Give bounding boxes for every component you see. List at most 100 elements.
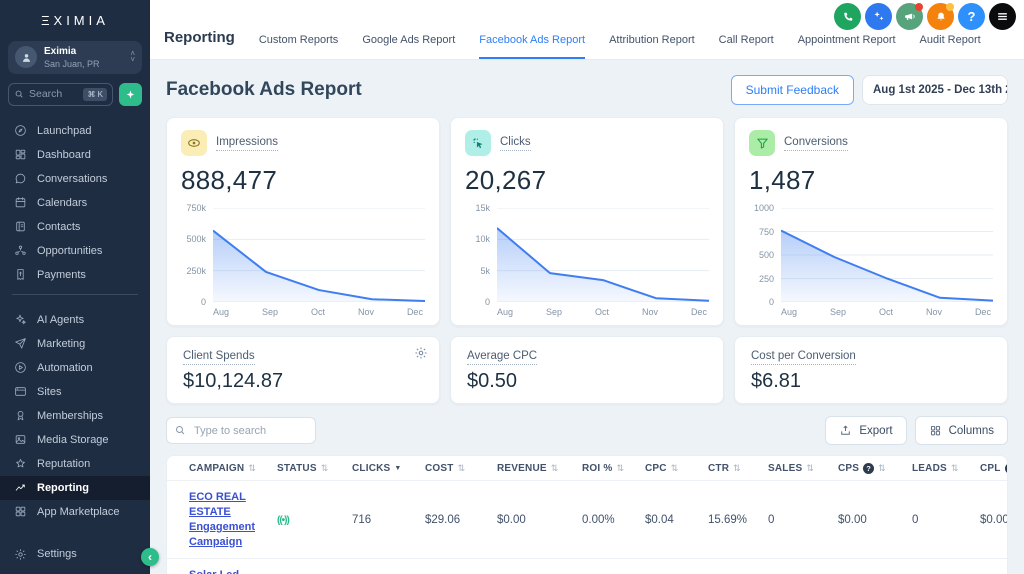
sort-desc-icon: ▼	[394, 464, 402, 472]
sidebar-item-marketing[interactable]: Marketing	[0, 332, 150, 356]
summary-value: $0.50	[467, 370, 518, 392]
metric-value: 20,267	[465, 165, 547, 195]
metric-label[interactable]: Conversions	[784, 136, 848, 151]
x-axis-ticks: Aug Sep Oct Nov Dec	[497, 307, 707, 317]
cell-leads: 0	[912, 513, 919, 526]
column-header-revenue[interactable]: REVENUE ⇅	[497, 463, 582, 474]
grid-icon	[14, 148, 27, 161]
date-range-picker[interactable]: Aug 1st 2025 - Dec 13th 202	[862, 75, 1008, 105]
submit-feedback-button[interactable]: Submit Feedback	[730, 75, 854, 105]
campaign-link[interactable]: Solar Led Leads	[189, 569, 239, 574]
cell-cps: $0.00	[838, 513, 867, 526]
x-axis-ticks: Aug Sep Oct Nov Dec	[213, 307, 423, 317]
chat-icon	[14, 172, 27, 185]
columns-button[interactable]: Columns	[914, 416, 1008, 445]
sort-icon: ⇅	[670, 462, 679, 473]
column-header-cps[interactable]: CPS? ⇅	[838, 462, 912, 474]
column-header-sales[interactable]: SALES ⇅	[768, 463, 838, 474]
sidebar-item-contacts[interactable]: Contacts	[0, 215, 150, 239]
sidebar-collapse-button[interactable]: ‹	[141, 548, 159, 566]
info-icon[interactable]: ?	[863, 462, 875, 474]
topbar-title: Reporting	[164, 29, 235, 46]
table-row: ECO REAL ESTATE Engagement Campaign 716 $2…	[167, 481, 1007, 560]
send-icon	[14, 337, 27, 350]
page-title: Facebook Ads Report	[166, 79, 362, 100]
sidebar-search-input[interactable]	[29, 88, 77, 100]
sort-icon: ⇅	[616, 462, 625, 473]
sidebar-item-label: Calendars	[37, 196, 88, 209]
account-switcher[interactable]: Eximia San Juan, PR ˄ ˅	[8, 41, 142, 74]
area-chart-plot	[781, 208, 993, 302]
column-header-ctr[interactable]: CTR ⇅	[708, 463, 768, 474]
status-active-icon	[277, 515, 289, 526]
profile-menu-icon[interactable]	[989, 3, 1016, 30]
summary-label[interactable]: Cost per Conversion	[751, 350, 856, 365]
column-header-cost[interactable]: COST ⇅	[425, 463, 497, 474]
sidebar-item-memberships[interactable]: Memberships	[0, 404, 150, 428]
export-button[interactable]: Export	[825, 416, 907, 445]
summary-value: $6.81	[751, 370, 802, 392]
summary-label[interactable]: Average CPC	[467, 350, 538, 365]
column-header-roi-[interactable]: ROI % ⇅	[582, 463, 645, 474]
column-header-cpc[interactable]: CPC ⇅	[645, 463, 708, 474]
sidebar-item-label: Dashboard	[37, 148, 91, 161]
sidebar-item-opportunities[interactable]: Opportunities	[0, 239, 150, 263]
contacts-icon	[14, 220, 27, 233]
campaign-link[interactable]: ECO REAL ESTATE Engagement Campaign	[189, 491, 255, 548]
sidebar-item-label: Settings	[37, 548, 77, 560]
average-cpc-card: Average CPC $0.50	[450, 336, 724, 404]
sidebar-item-label: AI Agents	[37, 313, 85, 326]
account-avatar-icon	[15, 46, 37, 69]
phone-icon[interactable]	[834, 3, 861, 30]
info-icon[interactable]: ?	[1004, 462, 1007, 474]
help-icon[interactable]: ?	[958, 3, 985, 30]
content-area: Facebook Ads Report Submit Feedback Aug …	[150, 60, 1024, 574]
table-search-input[interactable]	[166, 417, 316, 444]
sidebar-item-dashboard[interactable]: Dashboard	[0, 143, 150, 167]
sidebar-item-label: Payments	[37, 268, 86, 281]
tab-google-ads-report[interactable]: Google Ads Report	[362, 34, 455, 59]
cell-revenue: $0.00	[497, 513, 526, 526]
megaphone-icon[interactable]	[896, 3, 923, 30]
tab-custom-reports[interactable]: Custom Reports	[259, 34, 338, 59]
playcircle-icon	[14, 361, 27, 374]
sidebar-search[interactable]: ⌘ K	[8, 82, 113, 106]
ai-sparkle-button[interactable]	[119, 82, 142, 106]
sidebar-item-reporting[interactable]: Reporting	[0, 475, 150, 500]
tab-appointment-report[interactable]: Appointment Report	[798, 34, 896, 59]
gear-icon[interactable]	[414, 346, 428, 360]
sparkles-icon[interactable]	[865, 3, 892, 30]
sidebar-nav-secondary: AI Agents Marketing Automation Sites Members…	[0, 308, 150, 524]
tab-audit-report[interactable]: Audit Report	[920, 34, 981, 59]
summary-label[interactable]: Client Spends	[183, 350, 255, 365]
sidebar-item-calendars[interactable]: Calendars	[0, 191, 150, 215]
sidebar-item-settings[interactable]: Settings	[0, 542, 150, 566]
metric-label[interactable]: Clicks	[500, 136, 531, 151]
column-header-cpl[interactable]: CPL?	[980, 462, 1007, 474]
tab-facebook-ads-report[interactable]: Facebook Ads Report	[479, 34, 586, 59]
column-header-clicks[interactable]: CLICKS ▼	[352, 463, 425, 474]
shortcut-badge: ⌘ K	[83, 87, 107, 101]
sidebar-item-label: Sites	[37, 385, 62, 398]
sidebar-item-automation[interactable]: Automation	[0, 356, 150, 380]
column-header-status[interactable]: STATUS ⇅	[277, 463, 352, 474]
tab-call-report[interactable]: Call Report	[719, 34, 774, 59]
column-header-campaign[interactable]: CAMPAIGN ⇅	[189, 463, 277, 474]
sidebar-item-label: Launchpad	[37, 124, 92, 137]
y-axis-ticks: 750k 500k 250k 0	[186, 203, 206, 307]
clicks-chart: 15k 10k 5k 0	[465, 204, 709, 306]
column-header-leads[interactable]: LEADS ⇅	[912, 463, 980, 474]
clicks-card: Clicks 20,267 15k 10k 5k 0 Aug Sep Oct Nov Dec	[450, 117, 724, 326]
receipt-icon	[14, 268, 27, 281]
sidebar-item-sites[interactable]: Sites	[0, 380, 150, 404]
sidebar-item-ai-agents[interactable]: AI Agents	[0, 308, 150, 332]
sidebar-item-app-marketplace[interactable]: App Marketplace	[0, 500, 150, 524]
tab-attribution-report[interactable]: Attribution Report	[609, 34, 695, 59]
metric-label[interactable]: Impressions	[216, 136, 278, 151]
sidebar-item-conversations[interactable]: Conversations	[0, 167, 150, 191]
sidebar-item-launchpad[interactable]: Launchpad	[0, 119, 150, 143]
sidebar-item-media-storage[interactable]: Media Storage	[0, 428, 150, 452]
bell-icon[interactable]	[927, 3, 954, 30]
sidebar-item-payments[interactable]: Payments	[0, 263, 150, 287]
sidebar-item-reputation[interactable]: Reputation	[0, 452, 150, 476]
